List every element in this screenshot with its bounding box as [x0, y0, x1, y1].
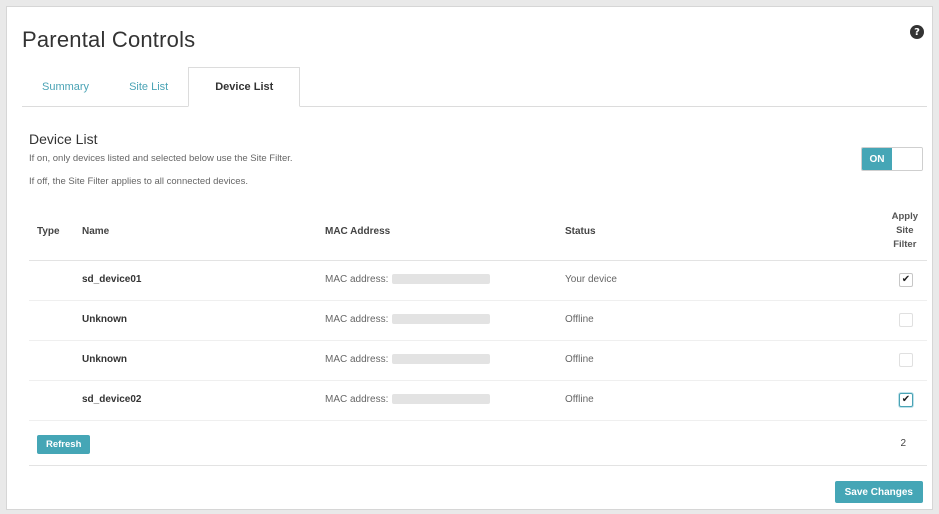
device-status: Your device — [565, 274, 617, 285]
column-header-apply-site-filter: Apply Site Filter — [892, 210, 918, 252]
device-name: sd_device02 — [82, 394, 142, 405]
table-row: Unknown MAC address: Offline — [29, 341, 927, 381]
device-name: sd_device01 — [82, 274, 142, 285]
tab-device-list[interactable]: Device List — [188, 67, 301, 107]
save-changes-button[interactable]: Save Changes — [834, 481, 923, 503]
description-off: If off, the Site Filter applies to all c… — [29, 176, 248, 187]
table-row: sd_device02 MAC address: Offline ✔ — [29, 381, 927, 421]
help-icon[interactable]: ? — [910, 25, 924, 39]
column-header-status: Status — [565, 226, 596, 237]
mac-redacted — [392, 274, 491, 285]
device-name: Unknown — [82, 354, 127, 365]
apply-header-line3: Filter — [893, 239, 917, 250]
device-mac: MAC address: — [325, 314, 491, 325]
mac-label: MAC address: — [325, 354, 389, 365]
selected-count: 2 — [900, 438, 906, 449]
column-header-name: Name — [82, 226, 110, 237]
device-mac: MAC address: — [325, 394, 491, 405]
refresh-button[interactable]: Refresh — [37, 435, 91, 454]
mac-label: MAC address: — [325, 274, 389, 285]
device-status: Offline — [565, 314, 594, 325]
mac-redacted — [392, 314, 491, 325]
apply-filter-checkbox[interactable]: ✔ — [899, 273, 913, 287]
mac-redacted — [392, 354, 491, 365]
section-title: Device List — [29, 131, 98, 147]
apply-filter-checkbox[interactable]: ✔ — [899, 393, 913, 407]
device-list-toggle[interactable]: ON — [861, 147, 923, 171]
table-row: Unknown MAC address: Offline — [29, 301, 927, 341]
tab-bar: Summary Site List Device List — [22, 67, 927, 107]
apply-filter-checkbox[interactable] — [899, 313, 913, 327]
apply-header-line1: Apply — [891, 211, 918, 222]
device-status: Offline — [565, 354, 594, 365]
page-title: Parental Controls — [22, 27, 196, 52]
device-name: Unknown — [82, 314, 127, 325]
toggle-on-label: ON — [862, 148, 892, 170]
column-header-type: Type — [37, 226, 60, 237]
device-mac: MAC address: — [325, 354, 491, 365]
mac-label: MAC address: — [325, 394, 389, 405]
table-row: sd_device01 MAC address: Your device ✔ — [29, 261, 927, 301]
tab-summary[interactable]: Summary — [22, 67, 109, 106]
apply-header-line2: Site — [896, 225, 914, 236]
mac-redacted — [392, 394, 491, 405]
tab-site-list[interactable]: Site List — [109, 67, 188, 106]
apply-filter-checkbox[interactable] — [899, 353, 913, 367]
column-header-mac: MAC Address — [325, 226, 391, 237]
device-status: Offline — [565, 394, 594, 405]
device-mac: MAC address: — [325, 274, 491, 285]
description-on: If on, only devices listed and selected … — [29, 153, 293, 164]
mac-label: MAC address: — [325, 314, 389, 325]
footer-divider — [29, 465, 927, 466]
toggle-knob — [892, 148, 922, 170]
parental-controls-panel: ? Parental Controls Summary Site List De… — [6, 6, 933, 510]
